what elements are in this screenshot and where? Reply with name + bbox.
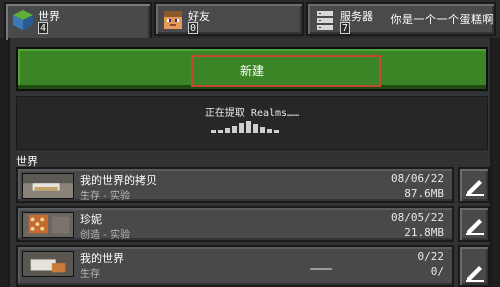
loading-bar xyxy=(267,129,272,133)
world-name: 珍妮 xyxy=(80,213,102,226)
loading-bar xyxy=(274,130,279,133)
user-name: 你是一个一个蛋糕啊 xyxy=(390,13,494,26)
edit-world-button[interactable] xyxy=(458,167,490,203)
loading-indicator xyxy=(211,119,291,133)
edit-world-button[interactable] xyxy=(458,245,490,287)
loading-bar xyxy=(260,127,265,133)
tab-friends-count: 0 xyxy=(188,22,199,34)
world-name: 我的世界的拷贝 xyxy=(80,174,157,187)
create-new-label: 新建 xyxy=(239,64,264,78)
tab-worlds-count: 4 xyxy=(38,22,49,34)
world-mode: 创造 - 实验 xyxy=(80,230,130,241)
worlds-panel: 新建 正在提取 Realms…… 世界 我的世界的拷贝 生存 - 实验 08/0… xyxy=(8,38,492,287)
realms-status: 正在提取 Realms…… xyxy=(204,108,300,119)
edit-world-button[interactable] xyxy=(458,206,490,242)
pencil-icon xyxy=(466,219,484,235)
loading-bar xyxy=(211,130,216,133)
watermark-mark xyxy=(310,268,332,270)
world-row[interactable]: 我的世界的拷贝 生存 - 实验 08/06/22 87.6MB xyxy=(16,167,454,203)
loading-bar xyxy=(218,130,223,133)
world-thumbnail xyxy=(22,212,74,238)
tab-friends[interactable]: 好友 0 xyxy=(154,2,304,36)
loading-bar xyxy=(232,126,237,133)
world-grass-block-icon xyxy=(13,10,33,30)
world-date: 08/06/22 xyxy=(391,172,444,185)
pencil-icon xyxy=(466,266,484,282)
world-row[interactable]: 珍妮 创造 - 实验 08/05/22 21.8MB xyxy=(16,206,454,242)
loading-bar xyxy=(253,124,258,133)
tab-bar: 世界 4 好友 0 服务器 7 你是一个一个蛋糕啊 xyxy=(0,0,500,40)
loading-bar xyxy=(246,121,251,133)
world-size: 21.8MB xyxy=(404,226,444,239)
pencil-icon xyxy=(466,180,484,196)
world-date: 08/05/22 xyxy=(391,211,444,224)
server-icon xyxy=(317,11,333,30)
world-name: 我的世界 xyxy=(80,252,124,265)
loading-bar xyxy=(225,128,230,133)
world-mode: 生存 xyxy=(80,269,100,280)
tab-servers-count: 7 xyxy=(340,22,351,34)
world-mode: 生存 - 实验 xyxy=(80,191,130,202)
loading-bar xyxy=(239,123,244,133)
world-row[interactable]: 我的世界 生存 0/22 0/ xyxy=(16,245,454,287)
create-new-button[interactable]: 新建 xyxy=(16,47,488,91)
world-thumbnail xyxy=(22,173,74,199)
tab-worlds[interactable]: 世界 4 xyxy=(4,2,152,40)
world-size: 87.6MB xyxy=(404,187,444,200)
world-thumbnail xyxy=(22,251,74,277)
world-size: 0/ xyxy=(430,265,444,278)
realms-loading-box: 正在提取 Realms…… xyxy=(16,96,488,150)
friend-head-icon xyxy=(164,11,182,29)
world-date: 0/22 xyxy=(417,250,445,263)
